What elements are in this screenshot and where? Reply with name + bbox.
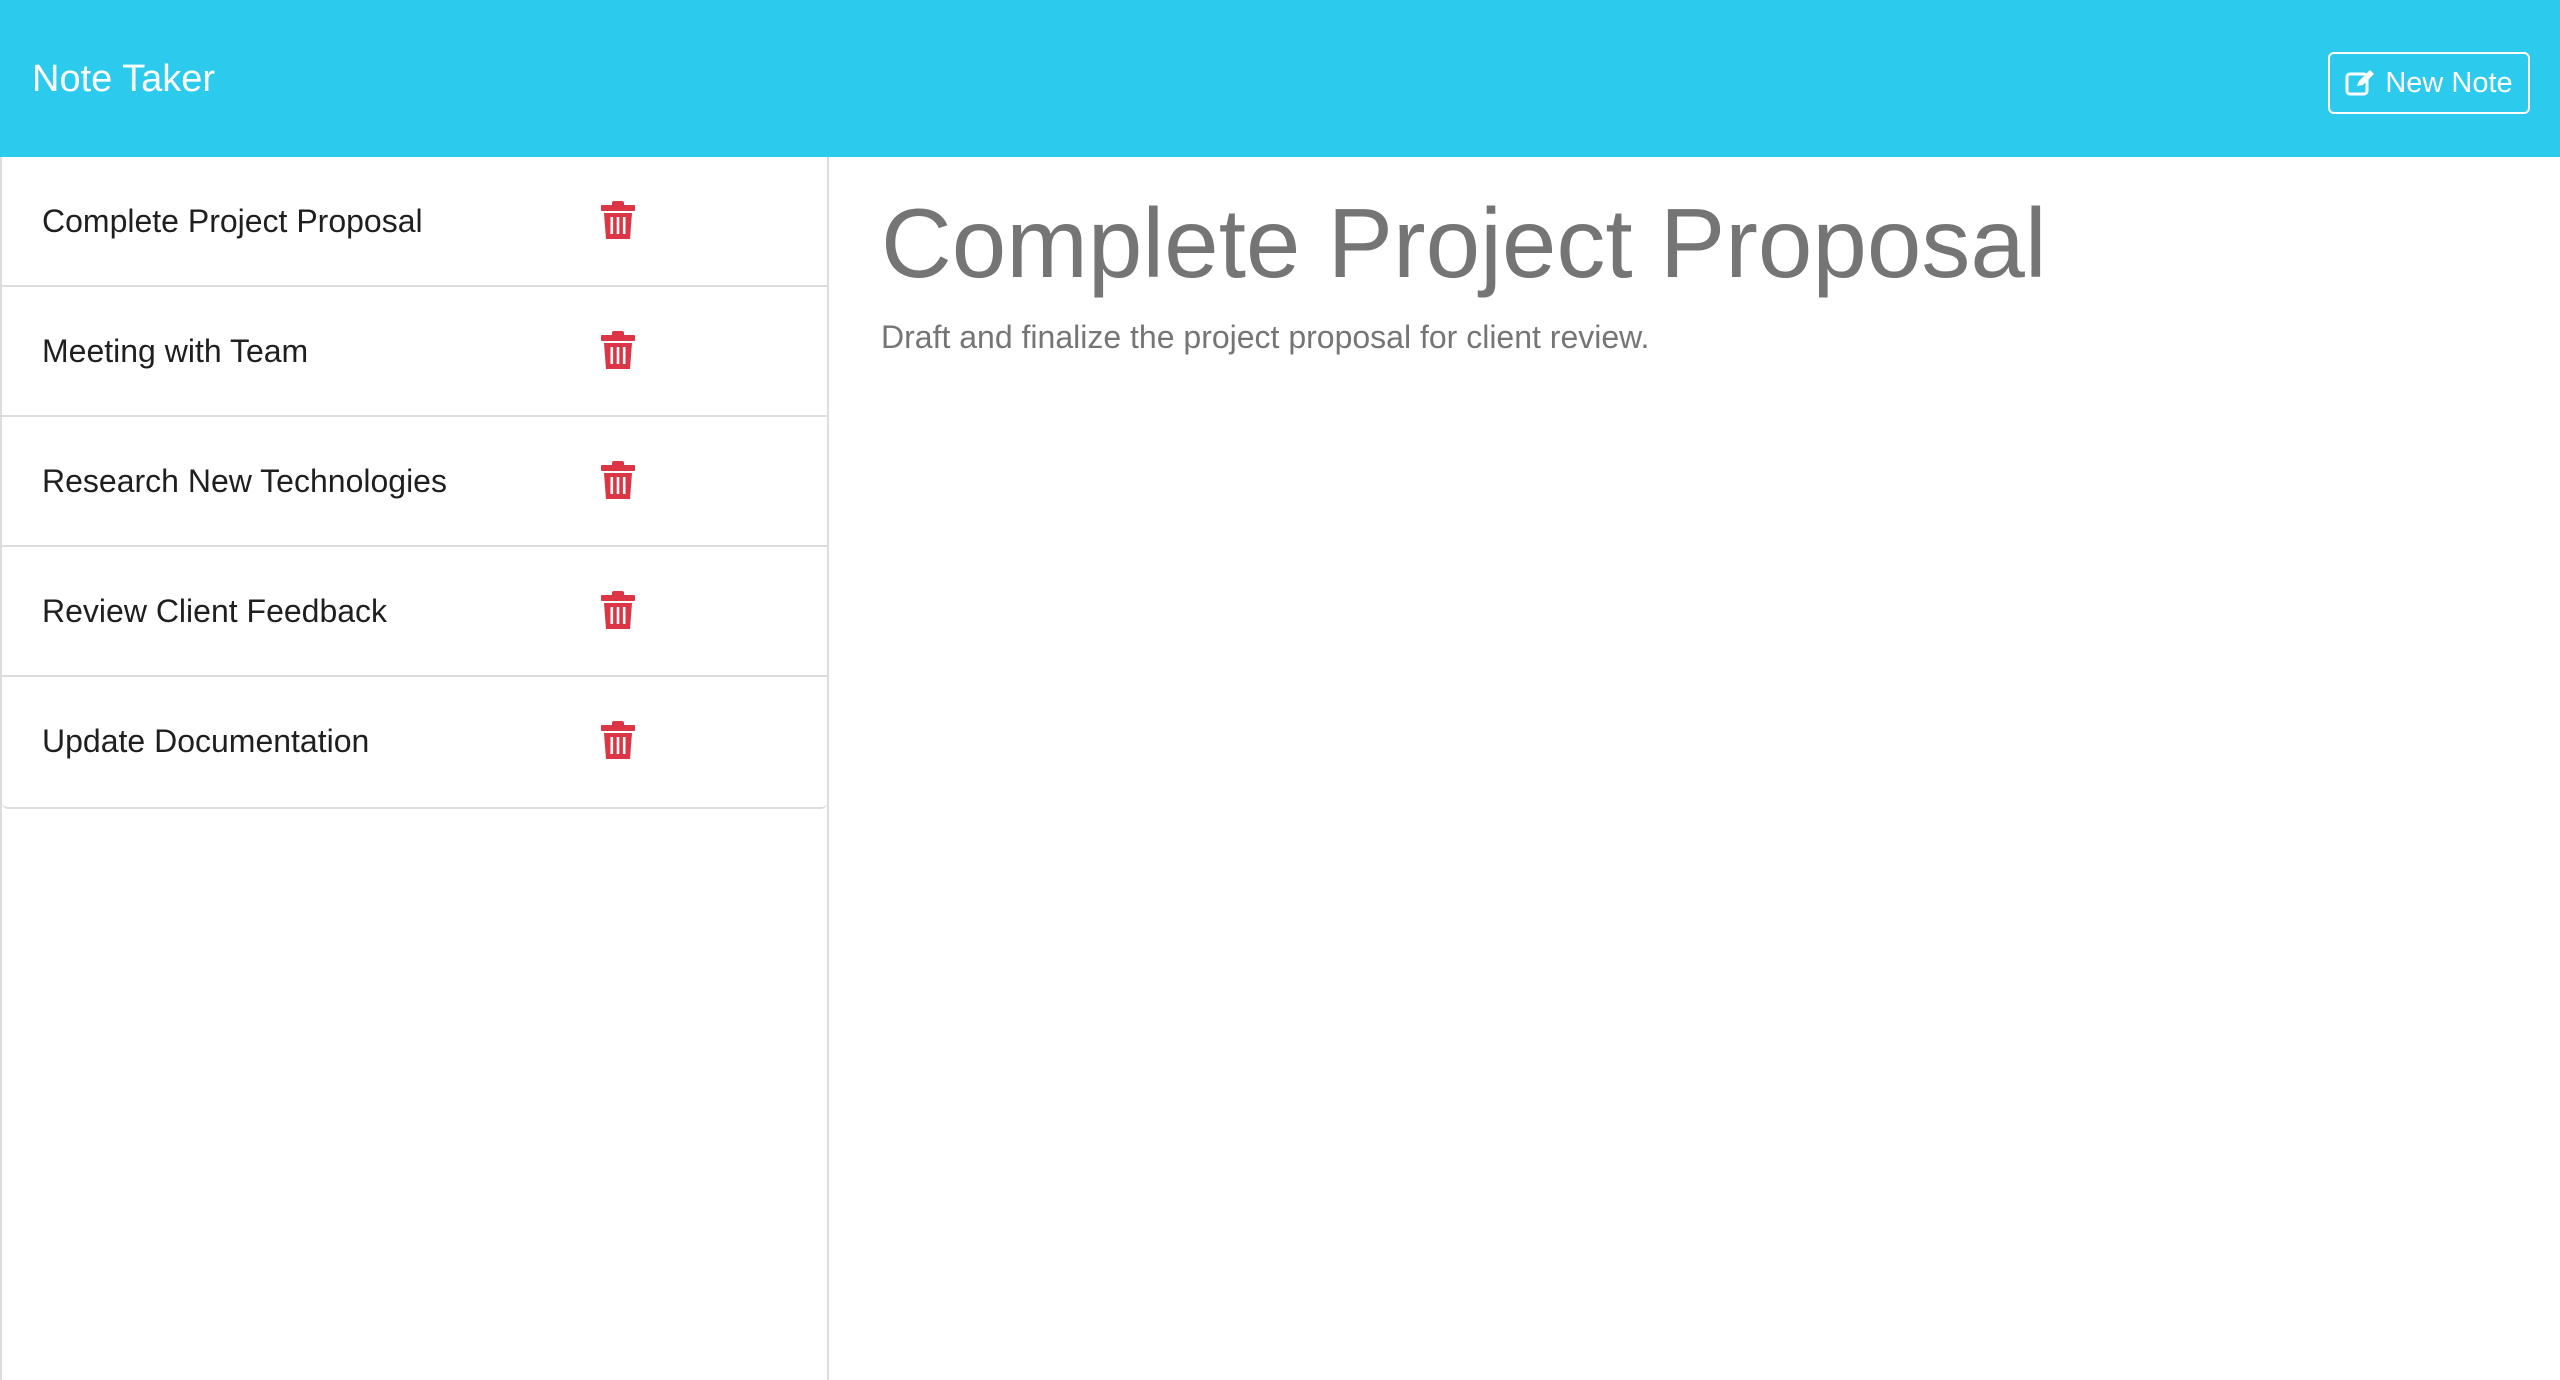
note-list-item[interactable]: Meeting with Team: [2, 287, 827, 417]
note-title: Complete Project Proposal: [881, 188, 2047, 298]
note-list-item-title[interactable]: Research New Technologies: [42, 417, 447, 545]
note-list-item-title[interactable]: Update Documentation: [42, 677, 369, 805]
trash-icon[interactable]: [601, 331, 635, 369]
trash-icon[interactable]: [601, 461, 635, 499]
notes-sidebar: Complete Project Proposal Meeting with T…: [0, 157, 829, 1380]
trash-icon[interactable]: [601, 721, 635, 759]
note-list-item-title[interactable]: Meeting with Team: [42, 287, 308, 415]
note-list-item[interactable]: Complete Project Proposal: [2, 157, 827, 287]
trash-icon[interactable]: [601, 591, 635, 629]
note-list-item-title[interactable]: Complete Project Proposal: [42, 157, 423, 285]
note-list-item-title[interactable]: Review Client Feedback: [42, 547, 387, 675]
note-list: Complete Project Proposal Meeting with T…: [2, 157, 827, 809]
trash-icon[interactable]: [601, 201, 635, 239]
note-viewer: Complete Project Proposal Draft and fina…: [829, 157, 2560, 1380]
edit-icon: [2345, 70, 2375, 96]
note-list-item[interactable]: Research New Technologies: [2, 417, 827, 547]
new-note-button[interactable]: New Note: [2328, 52, 2530, 114]
note-body: Draft and finalize the project proposal …: [881, 319, 1650, 355]
top-navbar: Note Taker New Note: [0, 0, 2560, 157]
note-list-item[interactable]: Review Client Feedback: [2, 547, 827, 677]
app-title[interactable]: Note Taker: [32, 55, 215, 103]
new-note-label: New Note: [2385, 66, 2513, 99]
note-list-item[interactable]: Update Documentation: [2, 677, 827, 807]
